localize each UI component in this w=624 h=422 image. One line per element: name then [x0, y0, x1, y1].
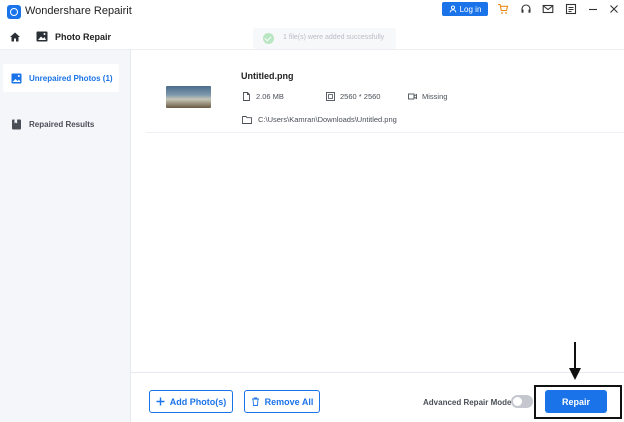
file-resolution: 2560 * 2560 [326, 92, 380, 101]
sidebar-item-label: Unrepaired Photos (1) [29, 73, 113, 83]
trash-icon [251, 397, 259, 406]
close-icon[interactable] [608, 3, 620, 15]
title-bar: Wondershare Repairit Log in [0, 0, 624, 24]
file-path-value: C:\Users\Kamran\Downloads\Untitled.png [258, 115, 397, 124]
bookmark-icon [12, 119, 21, 129]
file-list: Untitled.png 2.06 MB 2560 * 2560 Missing… [131, 50, 624, 372]
photo-icon [36, 31, 48, 42]
file-path: C:\Users\Kamran\Downloads\Untitled.png [242, 115, 397, 124]
sidebar-item-unrepaired[interactable]: Unrepaired Photos (1) [3, 64, 119, 92]
app-title: Wondershare Repairit [25, 5, 132, 17]
menu-icon[interactable] [565, 3, 577, 15]
photo-thumbnail [166, 86, 211, 108]
list-item[interactable]: Untitled.png 2.06 MB 2560 * 2560 Missing… [146, 55, 624, 133]
image-icon [11, 73, 22, 83]
sidebar: Unrepaired Photos (1) Repaired Results [0, 50, 131, 422]
file-icon [243, 92, 250, 101]
repair-button[interactable]: Repair [545, 390, 607, 413]
app-window: Wondershare Repairit Log in Photo Repair [0, 0, 624, 422]
annotation-arrow-head [569, 368, 581, 380]
folder-icon [242, 116, 252, 124]
file-name: Untitled.png [241, 71, 294, 81]
user-icon [449, 5, 456, 13]
add-photos-label: Add Photo(s) [169, 396, 227, 407]
file-size-value: 2.06 MB [256, 92, 284, 101]
advanced-repair-toggle[interactable] [511, 395, 533, 408]
plus-icon [156, 397, 165, 406]
minimize-icon[interactable] [587, 3, 599, 15]
file-size: 2.06 MB [242, 92, 284, 101]
login-button[interactable]: Log in [442, 2, 488, 16]
advanced-repair-label: Advanced Repair Mode [423, 398, 512, 407]
mail-icon[interactable] [542, 3, 554, 15]
annotation-arrow-line [574, 342, 576, 369]
file-camera-value: Missing [422, 92, 448, 101]
success-toast: 1 file(s) were added successfully [253, 28, 396, 49]
app-logo-icon [7, 5, 21, 19]
video-camera-icon [408, 93, 417, 100]
cart-icon[interactable] [497, 3, 509, 15]
file-resolution-value: 2560 * 2560 [340, 92, 381, 101]
check-icon [263, 33, 274, 44]
sidebar-item-label: Repaired Results [29, 119, 95, 129]
remove-all-button[interactable]: Remove All [244, 390, 320, 413]
file-camera: Missing [408, 92, 447, 101]
login-label: Log in [459, 4, 482, 14]
action-bar: Add Photo(s) Remove All Advanced Repair … [131, 372, 624, 422]
toggle-knob [513, 397, 522, 406]
toast-message: 1 file(s) were added successfully [283, 34, 385, 41]
home-icon[interactable] [9, 31, 21, 43]
remove-all-label: Remove All [264, 396, 314, 407]
resolution-icon [326, 92, 335, 101]
sidebar-item-repaired[interactable]: Repaired Results [3, 110, 119, 138]
add-photos-button[interactable]: Add Photo(s) [149, 390, 233, 413]
headset-icon[interactable] [520, 3, 532, 15]
page-title: Photo Repair [55, 32, 112, 42]
